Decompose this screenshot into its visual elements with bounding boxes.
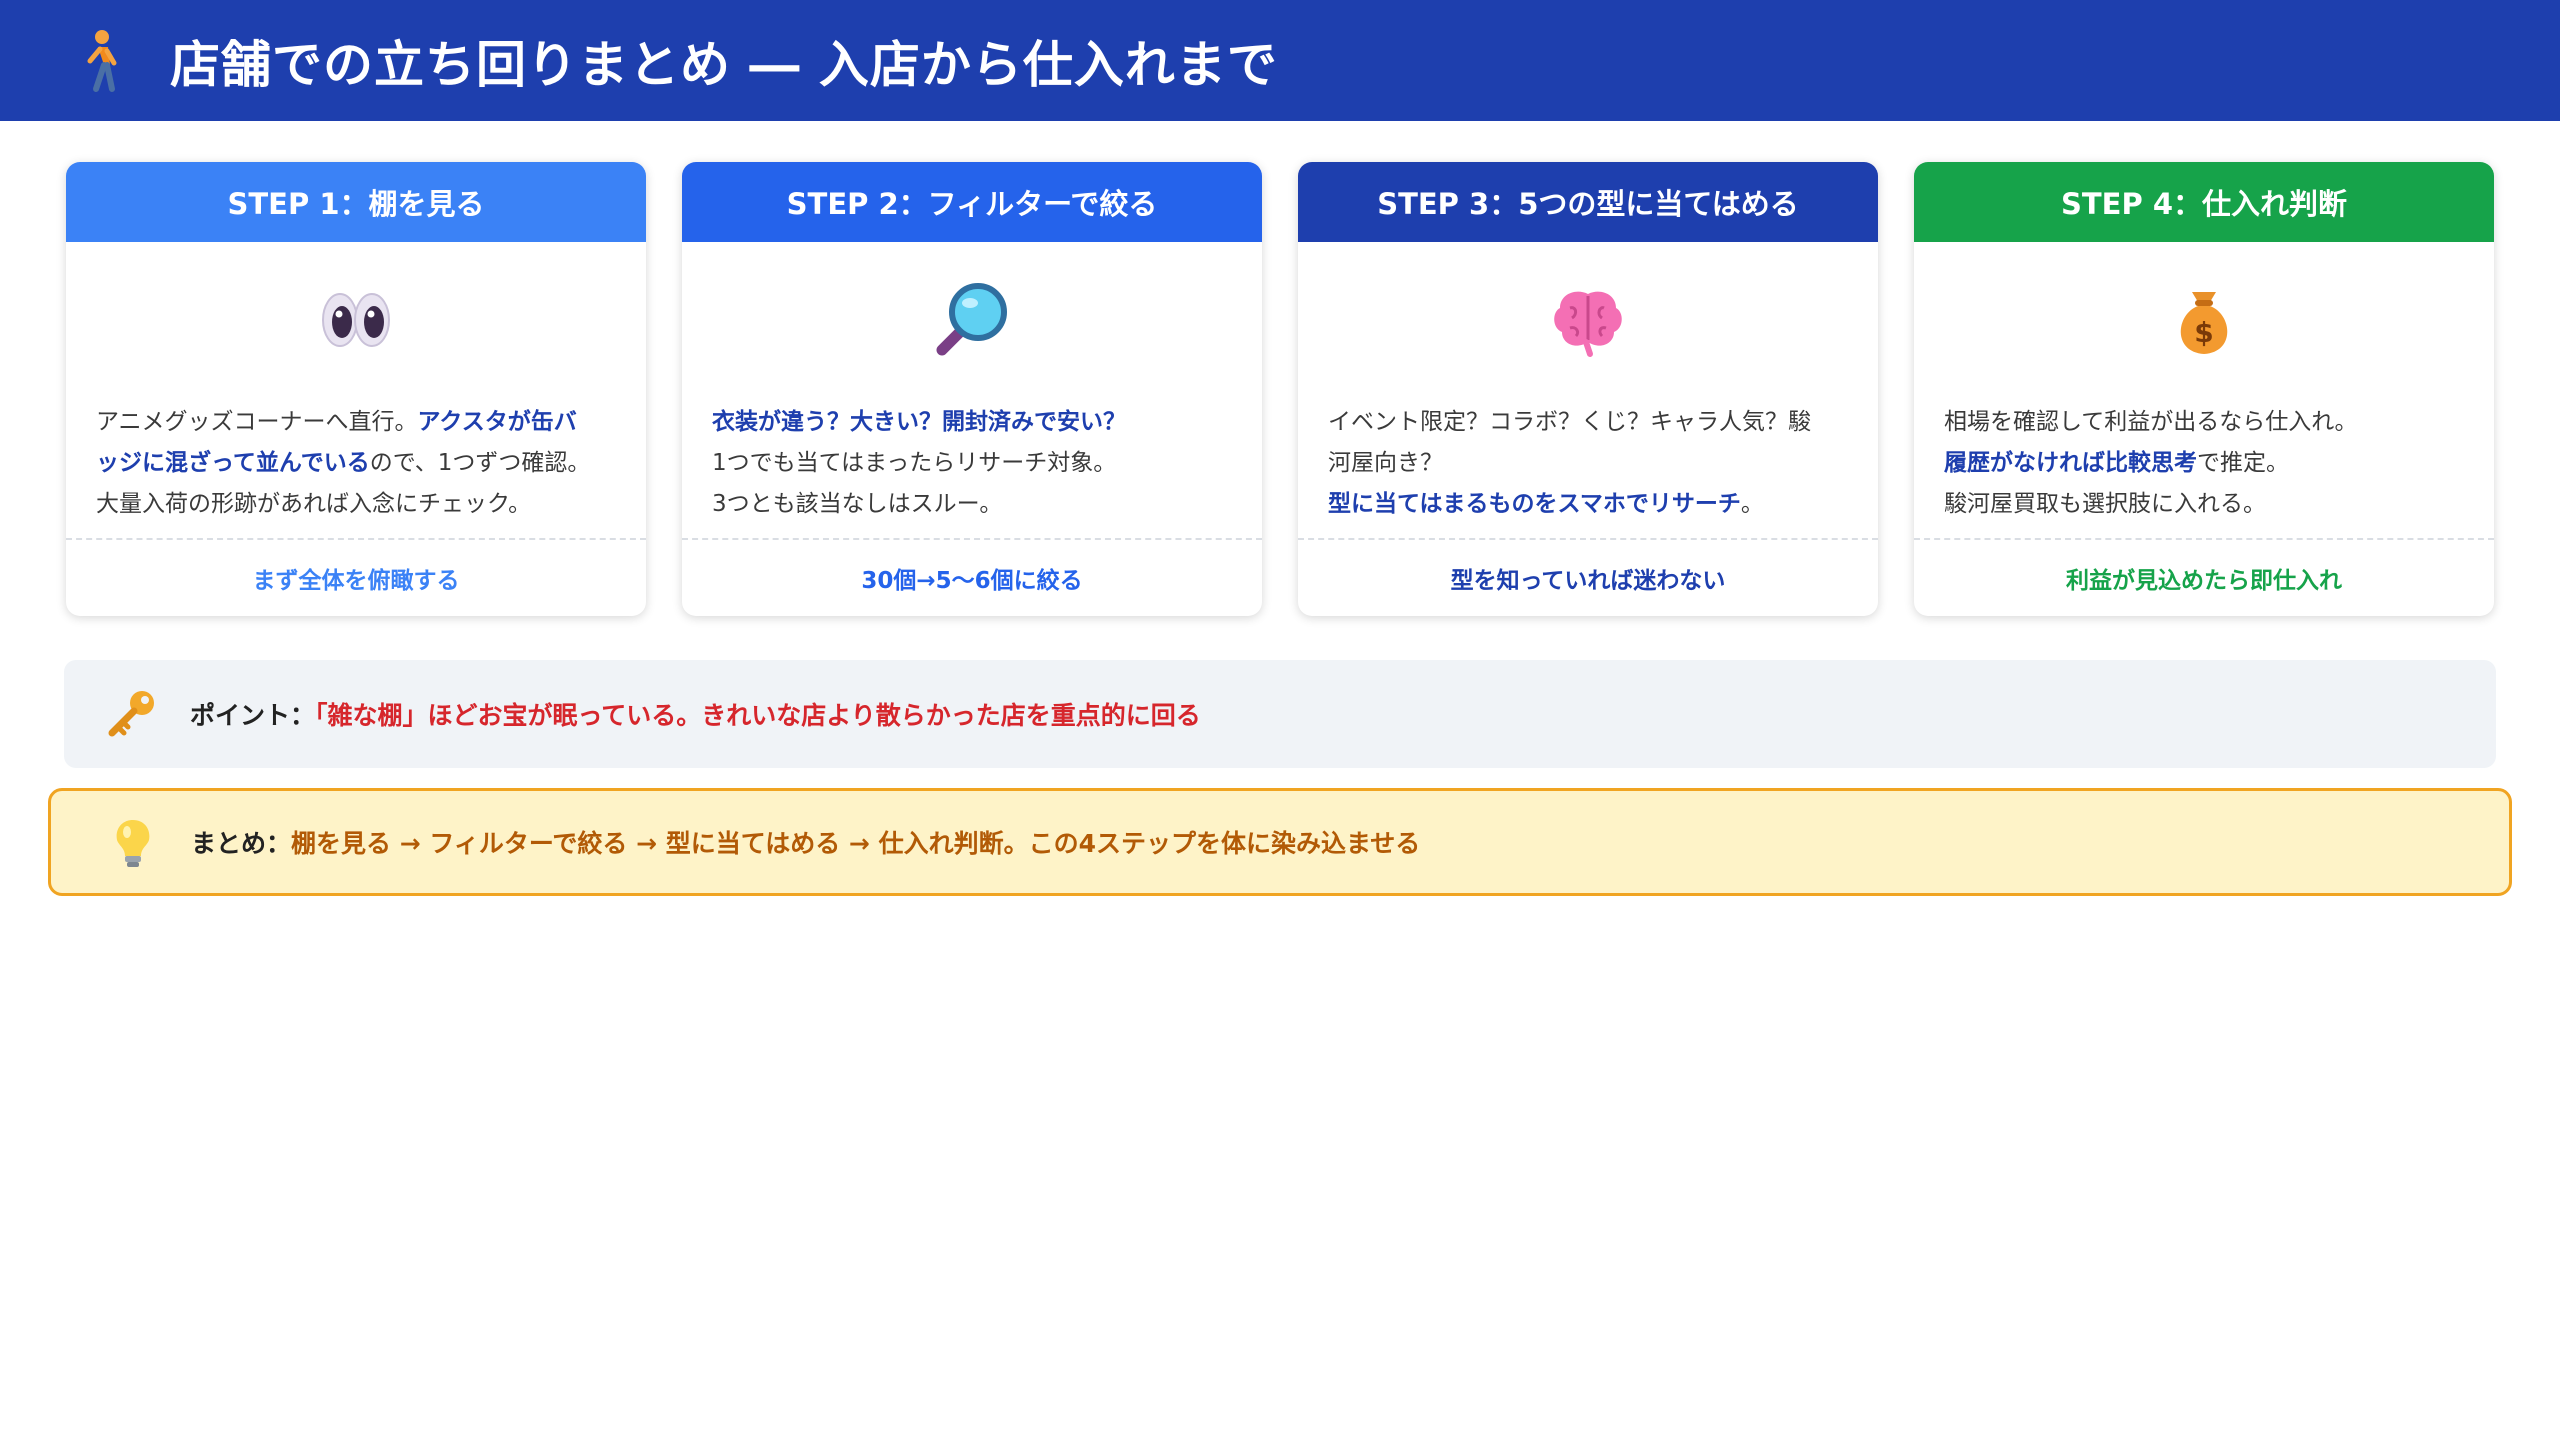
point-callout: ポイント：「雑な棚」ほどお宝が眠っている。きれいな店より散らかった店を重点的に回… bbox=[64, 660, 2496, 768]
step-card-title: STEP 1：棚を見る bbox=[66, 162, 646, 242]
description-text: で推定。 bbox=[2197, 450, 2289, 476]
description-line: 駿河屋買取も選択肢に入れる。 bbox=[1944, 484, 2464, 525]
summary-callout: まとめ：棚を見る → フィルターで絞る → 型に当てはめる → 仕入れ判断。この… bbox=[48, 788, 2512, 896]
step-card-footer: 30個→5〜6個に絞る bbox=[682, 538, 1262, 616]
description-line: 型に当てはまるものをスマホでリサーチ。 bbox=[1328, 484, 1848, 525]
step-card-4: STEP 4：仕入れ判断 $ 相場を確認して利益が出るなら仕入れ。 履歴がなければ… bbox=[1914, 162, 2494, 616]
light-bulb-icon bbox=[105, 814, 161, 870]
summary-label: まとめ： bbox=[191, 829, 292, 858]
description-text: アニメグッズコーナーへ直行。 bbox=[96, 409, 418, 435]
step-card-title: STEP 3：5つの型に当てはめる bbox=[1298, 162, 1878, 242]
highlight-text: アクスタが缶バ bbox=[417, 409, 577, 435]
description-text: 駿河屋買取も選択肢に入れる。 bbox=[1944, 491, 2266, 517]
step-card-footer: 型を知っていれば迷わない bbox=[1298, 538, 1878, 616]
step-card-description: 衣装が違う？大きい？開封済みで安い？ 1つでも当てはまったらリサーチ対象。 3つとも… bbox=[682, 402, 1262, 538]
svg-text:$: $ bbox=[2194, 316, 2213, 349]
description-text: 大量入荷の形跡があれば入念にチェック。 bbox=[96, 491, 532, 517]
description-text: 3つとも該当なしはスルー。 bbox=[712, 491, 1003, 517]
description-line: 3つとも該当なしはスルー。 bbox=[712, 484, 1232, 525]
step-card-description: 相場を確認して利益が出るなら仕入れ。 履歴がなければ比較思考で推定。 駿河屋買取も選… bbox=[1914, 402, 2494, 538]
description-line: 1つでも当てはまったらリサーチ対象。 bbox=[712, 443, 1232, 484]
step-card-description: イベント限定？コラボ？くじ？キャラ人気？駿 河屋向き？ 型に当てはまるものをスマホで… bbox=[1298, 402, 1878, 538]
step-card-footer: まず全体を俯瞰する bbox=[66, 538, 646, 616]
description-text: 。 bbox=[1740, 491, 1764, 517]
description-text: イベント限定？コラボ？くじ？キャラ人気？駿 bbox=[1328, 409, 1811, 435]
description-line: 河屋向き？ bbox=[1328, 443, 1848, 484]
description-text: ので、1つずつ確認。 bbox=[369, 450, 591, 476]
step-card-footer: 利益が見込めたら即仕入れ bbox=[1914, 538, 2494, 616]
step-card-2: STEP 2：フィルターで絞る 衣装が違う？大きい？開封済みで安い？ 1つでも当て… bbox=[682, 162, 1262, 616]
walking-person-icon bbox=[74, 29, 130, 93]
description-line: 相場を確認して利益が出るなら仕入れ。 bbox=[1944, 402, 2464, 443]
eyes-icon bbox=[314, 278, 398, 366]
page-header: 店舗での立ち回りまとめ ― 入店から仕入れまで bbox=[0, 0, 2560, 121]
step-card-3: STEP 3：5つの型に当てはめる イベント限定？コラボ？くじ？キャラ人気？駿河… bbox=[1298, 162, 1878, 616]
brain-icon bbox=[1546, 278, 1630, 366]
magnifying-glass-icon bbox=[930, 278, 1014, 366]
description-line: 衣装が違う？大きい？開封済みで安い？ bbox=[712, 402, 1232, 443]
description-line: ッジに混ざって並んでいるので、1つずつ確認。 bbox=[96, 443, 616, 484]
point-label: ポイント： bbox=[190, 701, 316, 730]
highlight-text: 型に当てはまるものをスマホでリサーチ bbox=[1328, 491, 1741, 517]
description-text: 1つでも当てはまったらリサーチ対象。 bbox=[712, 450, 1117, 476]
highlight-text: 履歴がなければ比較思考 bbox=[1944, 450, 2197, 476]
description-line: イベント限定？コラボ？くじ？キャラ人気？駿 bbox=[1328, 402, 1848, 443]
highlight-text: 衣装が違う？大きい？開封済みで安い？ bbox=[712, 409, 1126, 435]
key-icon bbox=[104, 686, 160, 742]
step-card-title: STEP 2：フィルターで絞る bbox=[682, 162, 1262, 242]
description-text: 相場を確認して利益が出るなら仕入れ。 bbox=[1944, 409, 2358, 435]
point-text: 「雑な棚」ほどお宝が眠っている。きれいな店より散らかった店を重点的に回る bbox=[315, 701, 1201, 730]
description-line: 大量入荷の形跡があれば入念にチェック。 bbox=[96, 484, 616, 525]
description-text: 河屋向き？ bbox=[1328, 450, 1443, 476]
summary-text: 棚を見る → フィルターで絞る → 型に当てはめる → 仕入れ判断。この4ステッ… bbox=[291, 829, 1421, 858]
step-card-description: アニメグッズコーナーへ直行。アクスタが缶バ ッジに混ざって並んでいるので、1つずつ… bbox=[66, 402, 646, 538]
step-cards: STEP 1：棚を見る アニメグッズコーナーへ直行。アクスタが缶バ ッジに混ざって… bbox=[66, 162, 2494, 616]
description-line: アニメグッズコーナーへ直行。アクスタが缶バ bbox=[96, 402, 616, 443]
page-title: 店舗での立ち回りまとめ ― 入店から仕入れまで bbox=[170, 35, 1278, 94]
step-card-1: STEP 1：棚を見る アニメグッズコーナーへ直行。アクスタが缶バ ッジに混ざって… bbox=[66, 162, 646, 616]
money-bag-icon: $ bbox=[2162, 278, 2246, 366]
highlight-text: ッジに混ざって並んでいる bbox=[96, 450, 370, 476]
step-card-title: STEP 4：仕入れ判断 bbox=[1914, 162, 2494, 242]
description-line: 履歴がなければ比較思考で推定。 bbox=[1944, 443, 2464, 484]
